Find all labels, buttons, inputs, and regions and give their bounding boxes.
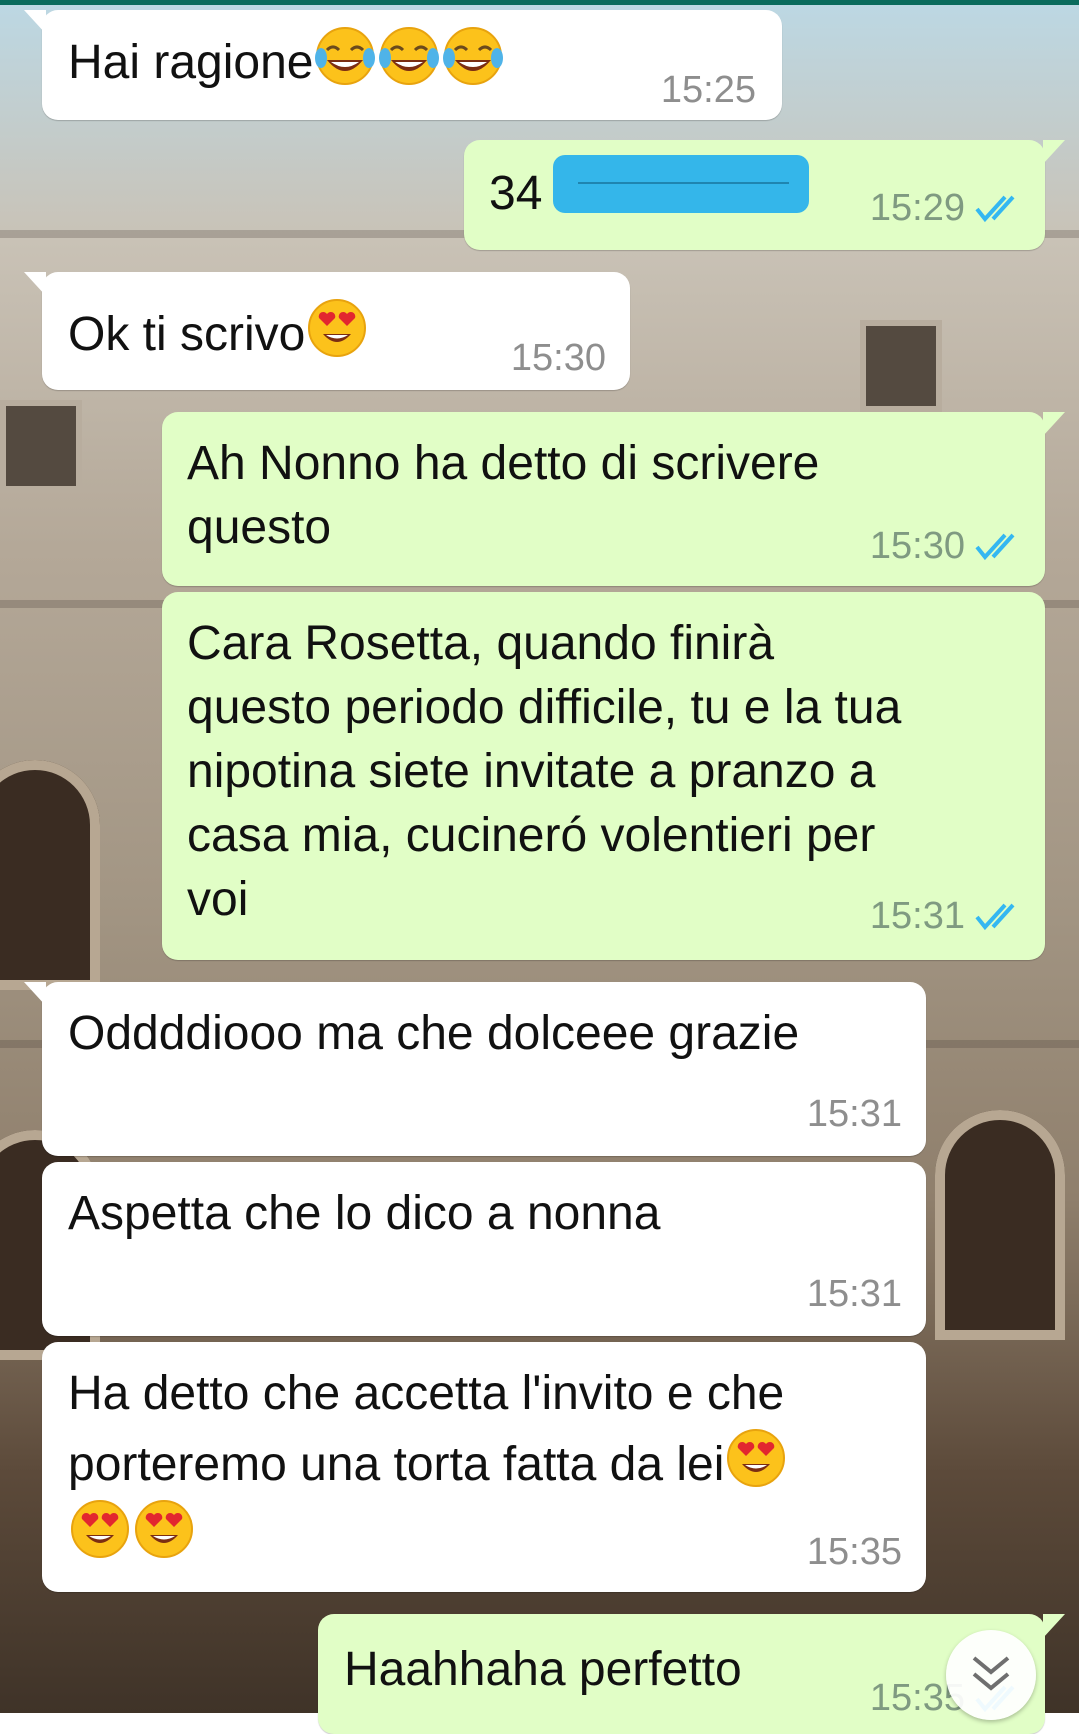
wallpaper-arch xyxy=(0,760,100,990)
message-text: Ah Nonno ha detto di scrivere questo xyxy=(187,432,819,560)
message-meta: 15:30 xyxy=(511,336,606,380)
wallpaper-arch xyxy=(935,1110,1065,1340)
scroll-to-bottom-button[interactable] xyxy=(946,1630,1036,1720)
bubble-tail xyxy=(1043,140,1065,164)
heart-eyes-emoji xyxy=(305,296,369,360)
message-bubble-outgoing[interactable]: Ah Nonno ha detto di scrivere questo 15:… xyxy=(162,412,1065,586)
message-bubble-incoming[interactable]: Ok ti scrivo 15:30 xyxy=(24,272,630,390)
heart-eyes-emoji xyxy=(132,1497,196,1561)
message-time: 15:35 xyxy=(806,1531,902,1573)
heart-eyes-emoji xyxy=(724,1426,788,1490)
message-emoji-line xyxy=(68,1497,788,1568)
message-meta: 15:30 xyxy=(870,524,1021,568)
top-bar xyxy=(0,0,1079,5)
message-line: Ah Nonno ha detto di scrivere xyxy=(187,437,820,490)
message-bubble-incoming[interactable]: Oddddiooo ma che dolceee grazie 15:31 xyxy=(24,982,926,1156)
message-meta: 15:25 xyxy=(661,68,756,112)
message-bubble-incoming[interactable]: Hai ragione 15:25 xyxy=(24,10,782,120)
message-text: 34 xyxy=(489,167,543,220)
message-line: voi xyxy=(187,873,249,926)
message-bubble-outgoing[interactable]: Cara Rosetta, quando finirà questo perio… xyxy=(162,592,1045,960)
face-with-tears-of-joy-emoji xyxy=(377,24,441,88)
double-check-icon xyxy=(975,195,1015,223)
message-meta: 15:31 xyxy=(807,1092,902,1136)
bubble-tail xyxy=(24,272,46,296)
message-time: 15:30 xyxy=(869,525,965,567)
message-time: 15:31 xyxy=(806,1093,902,1135)
message-time: 15:31 xyxy=(869,895,965,937)
face-with-tears-of-joy-emoji xyxy=(313,24,377,88)
message-text: Aspetta che lo dico a nonna xyxy=(68,1187,661,1240)
message-line: Ha detto che accetta l'invito e che xyxy=(68,1367,785,1420)
double-check-icon xyxy=(975,903,1015,931)
double-check-icon xyxy=(975,533,1015,561)
heart-eyes-emoji xyxy=(68,1497,132,1561)
message-bubble-incoming[interactable]: Aspetta che lo dico a nonna 15:31 xyxy=(42,1162,926,1336)
bubble-tail xyxy=(1043,1614,1065,1638)
bubble-tail xyxy=(1043,412,1065,436)
bubble-tail xyxy=(24,10,46,34)
message-text: Oddddiooo ma che dolceee grazie xyxy=(68,1007,800,1060)
wallpaper-window xyxy=(860,320,942,412)
message-bubble-incoming[interactable]: Ha detto che accetta l'invito e che port… xyxy=(42,1342,926,1592)
message-time: 15:30 xyxy=(510,337,606,379)
message-line: questo xyxy=(187,501,332,554)
message-text: Hai ragione xyxy=(68,24,505,95)
wallpaper-window xyxy=(0,400,82,492)
message-meta: 15:29 xyxy=(870,186,1021,230)
message-text: Ha detto che accetta l'invito e che port… xyxy=(68,1362,788,1568)
message-time: 15:25 xyxy=(660,69,756,111)
message-meta: 15:31 xyxy=(870,894,1021,938)
message-line: nipotina siete invitate a pranzo a xyxy=(187,745,876,798)
face-with-tears-of-joy-emoji xyxy=(441,24,505,88)
message-line-with-emoji: porteremo una torta fatta da lei xyxy=(68,1426,788,1497)
double-chevron-down-icon xyxy=(972,1656,1010,1691)
message-text: Haahhaha perfetto xyxy=(344,1643,742,1696)
message-text: Ok ti scrivo xyxy=(68,296,369,367)
message-text: Cara Rosetta, quando finirà questo perio… xyxy=(187,612,901,932)
bubble-tail xyxy=(24,982,46,1006)
message-line: Cara Rosetta, quando finirà xyxy=(187,617,775,670)
message-meta: 15:35 xyxy=(807,1530,902,1574)
redacted-phone-number xyxy=(553,155,809,213)
message-time: 15:29 xyxy=(869,187,965,229)
message-time: 15:31 xyxy=(806,1273,902,1315)
message-line: casa mia, cucineró volentieri per xyxy=(187,809,876,862)
message-meta: 15:31 xyxy=(807,1272,902,1316)
message-bubble-outgoing[interactable]: Haahhaha perfetto 15:35 xyxy=(318,1614,1065,1734)
message-line: questo periodo difficile, tu e la tua xyxy=(187,681,902,734)
